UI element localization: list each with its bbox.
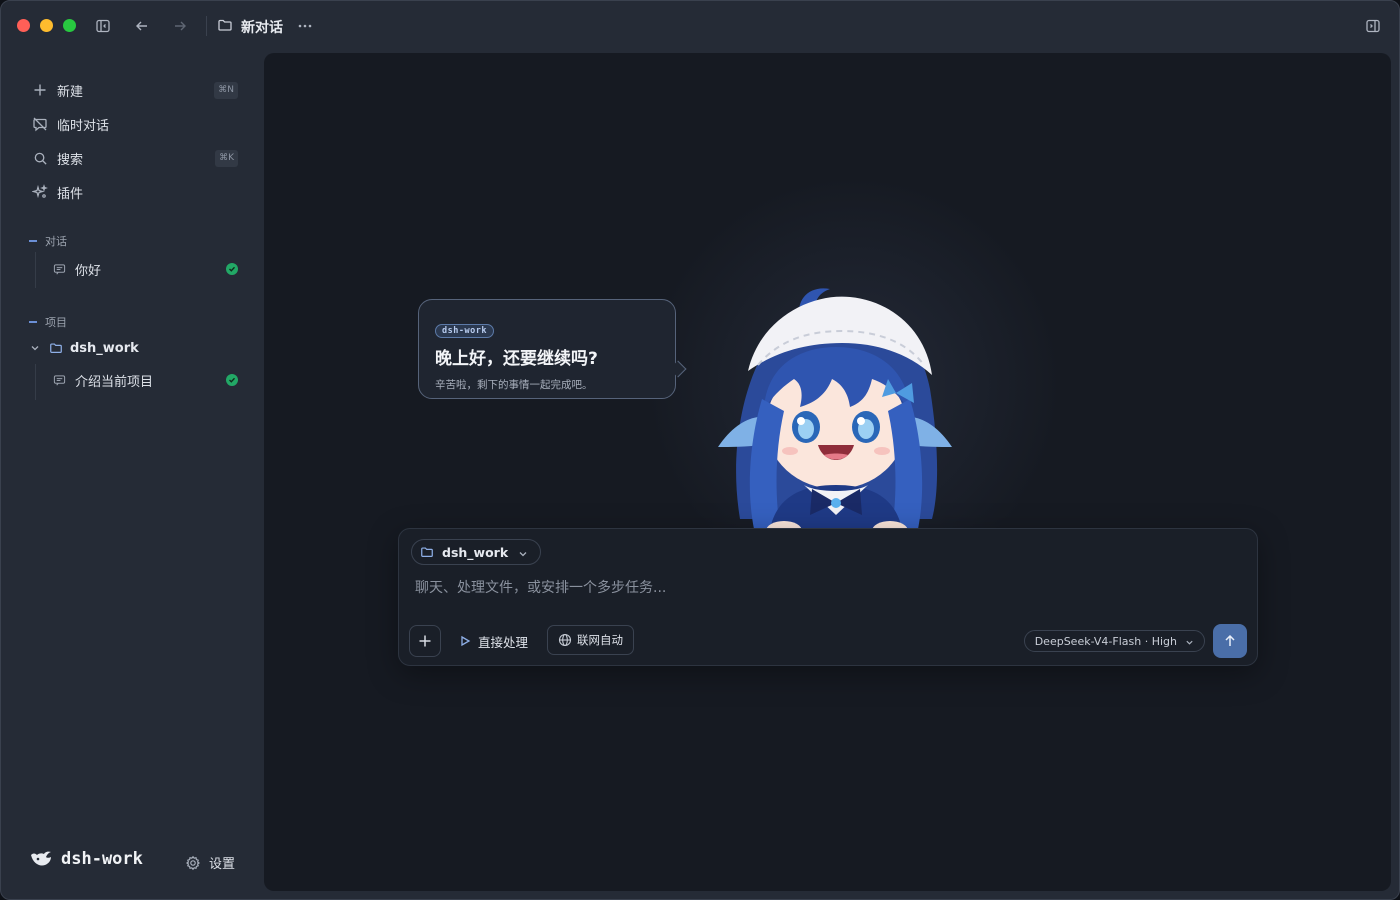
arrow-right-icon — [175, 21, 186, 31]
folder-icon — [217, 17, 233, 33]
close-window-button[interactable] — [17, 19, 30, 32]
collapse-dash-icon — [29, 321, 37, 323]
arrow-left-icon — [136, 21, 147, 31]
mascot-illustration — [718, 288, 952, 539]
chevron-down-icon — [29, 342, 41, 354]
conversations-section-label[interactable]: 对话 — [29, 233, 67, 249]
add-attachment-button[interactable] — [409, 625, 441, 657]
message-composer: dsh_work 直接处理 联网自动 — [398, 528, 1258, 666]
direct-process-label: 直接处理 — [478, 634, 529, 650]
sidebar-item-label: 插件 — [57, 186, 84, 202]
sidebar-toggle-icon — [96, 19, 110, 33]
sidebar-item-search[interactable]: 搜索 ⌘K — [25, 143, 240, 173]
settings-button[interactable]: 设置 — [185, 853, 235, 872]
brand-name: dsh-work — [61, 849, 143, 869]
plus-icon — [31, 81, 49, 99]
project-selector-label: dsh_work — [442, 544, 509, 560]
plus-icon — [419, 635, 431, 647]
sparkles-icon — [31, 183, 49, 201]
sidebar: 新建 ⌘N 临时对话 搜索 ⌘K 插件 对话 你好 项目 dsh_work 介绍… — [1, 52, 263, 899]
greeting-subtitle: 辛苦啦，剩下的事情一起完成吧。 — [435, 379, 593, 391]
brand: dsh-work — [29, 849, 143, 869]
toggle-sidebar-button[interactable] — [92, 15, 114, 37]
chevron-down-icon — [1185, 637, 1194, 646]
chevron-down-icon — [518, 547, 528, 557]
toggle-right-panel-button[interactable] — [1362, 15, 1384, 37]
conversation-title: 你好 — [75, 263, 102, 279]
zoom-window-button[interactable] — [63, 19, 76, 32]
web-search-label: 联网自动 — [577, 633, 623, 647]
direct-process-button[interactable]: 直接处理 — [459, 625, 528, 657]
prompt-input[interactable] — [415, 577, 1235, 599]
greeting-tag: dsh-work — [435, 324, 494, 338]
conversation-title: 新对话 — [241, 20, 283, 36]
project-folder-row[interactable]: dsh_work — [29, 336, 239, 360]
model-selector[interactable]: DeepSeek-V4-Flash · High — [1023, 630, 1205, 652]
globe-icon — [558, 633, 572, 647]
shortcut-badge: ⌘N — [214, 82, 238, 99]
titlebar-divider — [206, 16, 207, 36]
ellipsis-icon — [298, 24, 312, 28]
sidebar-item-label: 临时对话 — [57, 118, 110, 134]
minimize-window-button[interactable] — [40, 19, 53, 32]
whale-logo-icon — [31, 851, 51, 866]
sidebar-item-temp-chat[interactable]: 临时对话 — [25, 109, 240, 139]
sidebar-item-label: 新建 — [57, 84, 84, 100]
send-button[interactable] — [1213, 624, 1247, 658]
web-search-toggle[interactable]: 联网自动 — [547, 625, 634, 655]
collapse-dash-icon — [29, 240, 37, 242]
right-panel-icon — [1366, 19, 1380, 33]
tree-guide-line — [35, 364, 36, 400]
project-conversation-item[interactable]: 介绍当前项目 — [53, 366, 261, 394]
sidebar-item-new[interactable]: 新建 ⌘N — [25, 75, 240, 105]
status-done-badge — [226, 374, 238, 386]
message-icon — [53, 373, 67, 387]
folder-icon — [420, 545, 434, 559]
back-button[interactable] — [131, 15, 153, 37]
model-selector-label: DeepSeek-V4-Flash · High — [1034, 634, 1177, 648]
project-name: dsh_work — [70, 340, 139, 356]
folder-icon — [49, 341, 63, 355]
conversation-item[interactable]: 你好 — [53, 255, 261, 283]
forward-button[interactable] — [169, 15, 191, 37]
titlebar: 新对话 — [1, 1, 1399, 52]
message-icon — [53, 262, 67, 276]
app-window: 新对话 新建 ⌘N 临时对话 搜索 ⌘K 插件 对话 你好 项目 dsh_wor… — [0, 0, 1400, 900]
sidebar-item-label: 搜索 — [57, 152, 84, 168]
search-icon — [31, 149, 49, 167]
greeting-bubble: dsh-work 晚上好，还要继续吗? 辛苦啦，剩下的事情一起完成吧。 — [418, 299, 676, 399]
main-panel: dsh-work 晚上好，还要继续吗? 辛苦啦，剩下的事情一起完成吧。 dsh_… — [264, 53, 1391, 891]
more-options-button[interactable] — [294, 15, 316, 37]
status-done-badge — [226, 263, 238, 275]
conversation-title: 介绍当前项目 — [75, 374, 154, 390]
project-selector[interactable]: dsh_work — [411, 539, 542, 565]
shortcut-badge: ⌘K — [215, 150, 238, 167]
play-icon — [459, 635, 471, 647]
settings-label: 设置 — [209, 857, 236, 872]
sidebar-item-plugins[interactable]: 插件 — [25, 177, 240, 207]
projects-section-label[interactable]: 项目 — [29, 314, 67, 330]
chat-off-icon — [31, 115, 49, 133]
gear-icon — [185, 855, 201, 871]
greeting-title: 晚上好，还要继续吗? — [435, 349, 598, 369]
arrow-up-icon — [1225, 634, 1235, 646]
tree-guide-line — [35, 252, 36, 288]
